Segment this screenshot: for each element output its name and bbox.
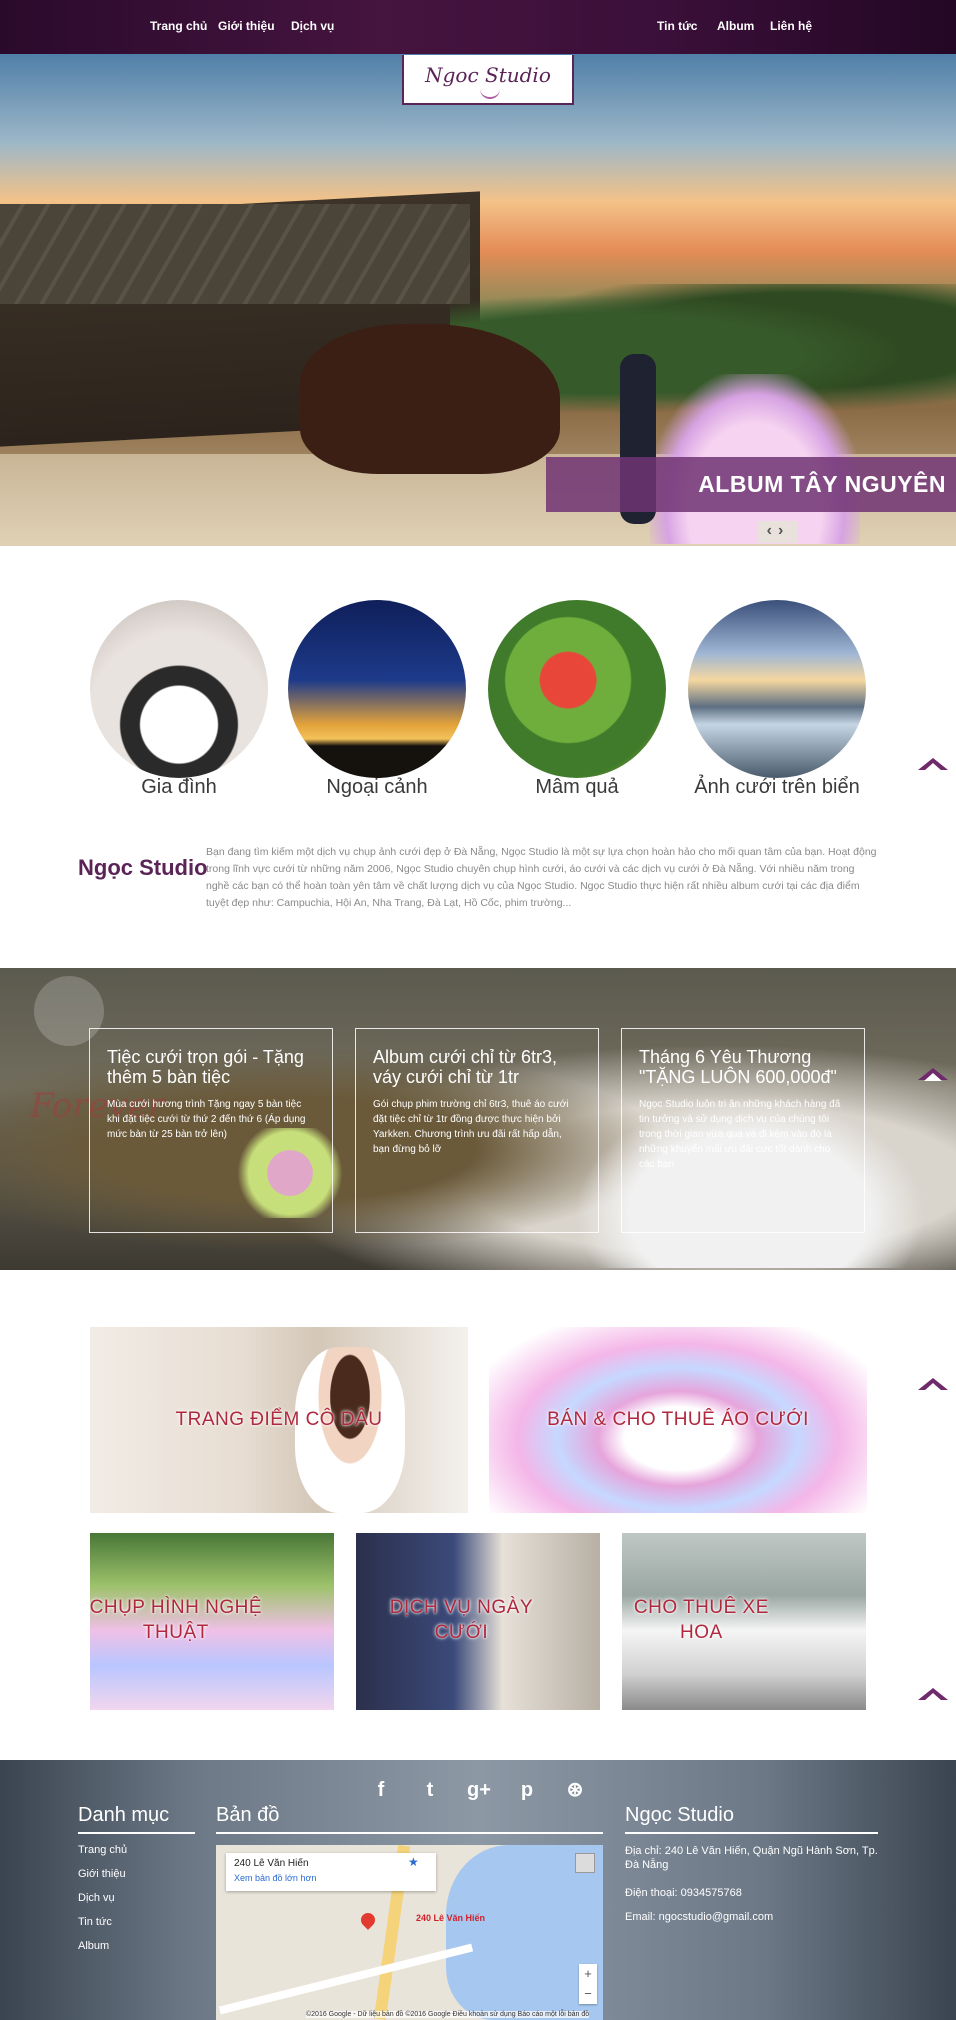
nav-album[interactable]: Album bbox=[717, 19, 754, 33]
service-label: CHỤP HÌNH NGHỆ THUẬT bbox=[90, 1597, 263, 1643]
footer-link-trang-chu[interactable]: Trang chủ bbox=[78, 1844, 127, 1856]
category-image-gia-dinh[interactable] bbox=[90, 600, 268, 778]
service-tile-xe-hoa[interactable]: CHO THUÊ XE HOA bbox=[622, 1533, 866, 1710]
scroll-up-icon[interactable] bbox=[918, 1688, 948, 1701]
category-title-mam-qua[interactable]: Mâm quả bbox=[477, 776, 677, 799]
category-image-anh-cuoi-bien[interactable] bbox=[688, 600, 866, 778]
map-address: 240 Lê Văn Hiến bbox=[234, 1858, 309, 1869]
footer-email[interactable]: Email: ngocstudio@gmail.com bbox=[625, 1910, 885, 1924]
intro-text: Bạn đang tìm kiếm một dịch vụ chụp ảnh c… bbox=[206, 846, 877, 909]
star-icon[interactable]: ★ bbox=[408, 1855, 419, 1869]
category-title-ngoai-canh[interactable]: Ngoại cảnh bbox=[277, 776, 477, 799]
scroll-up-icon[interactable] bbox=[918, 758, 948, 771]
service-label: DỊCH VỤ NGÀY CƯỚI bbox=[389, 1597, 534, 1643]
street-view-icon[interactable] bbox=[575, 1853, 595, 1873]
logo-ornament bbox=[480, 89, 500, 99]
category-image-mam-qua[interactable] bbox=[488, 600, 666, 778]
nav-gioi-thieu[interactable]: Giới thiệu bbox=[218, 19, 275, 33]
google-map[interactable]: 240 Lê Văn Hiến Xem bản đồ lớn hơn ★ 240… bbox=[216, 1845, 603, 2020]
map-pin-label: 240 Lê Văn Hiến bbox=[416, 1913, 486, 1923]
map-pin-icon[interactable] bbox=[358, 1910, 378, 1930]
footer-link-dich-vu[interactable]: Dịch vụ bbox=[78, 1892, 115, 1904]
hero-slider: ALBUM TÂY NGUYÊN ‹› bbox=[0, 54, 956, 546]
top-navigation: Trang chủ Giới thiệu Dịch vụ Tin tức Alb… bbox=[0, 0, 956, 54]
map-larger-link[interactable]: Xem bản đồ lớn hơn bbox=[234, 1873, 428, 1883]
zoom-out-icon[interactable]: − bbox=[579, 1984, 597, 2004]
map-zoom-control[interactable]: + − bbox=[579, 1964, 597, 2004]
promo-text: Mùa cưới hương trình Tặng ngay 5 bàn tiệ… bbox=[107, 1099, 306, 1140]
twitter-icon[interactable]: t bbox=[416, 1776, 444, 1804]
service-tile-trang-diem[interactable]: TRANG ĐIỂM CÔ DÂU bbox=[90, 1327, 468, 1513]
footer-link-album[interactable]: Album bbox=[78, 1940, 109, 1952]
service-tile-chup-hinh[interactable]: CHỤP HÌNH NGHỆ THUẬT bbox=[90, 1533, 334, 1710]
dribbble-icon[interactable]: ⊛ bbox=[561, 1776, 589, 1804]
google-plus-icon[interactable]: g+ bbox=[465, 1776, 493, 1804]
chevron-right-icon[interactable]: › bbox=[778, 522, 789, 539]
promo-title[interactable]: Tiệc cưới trọn gói - Tặng thêm 5 bàn tiệ… bbox=[107, 1047, 315, 1087]
nav-lien-he[interactable]: Liên hệ bbox=[770, 19, 812, 33]
scroll-up-icon[interactable] bbox=[918, 1068, 948, 1081]
facebook-icon[interactable]: f bbox=[367, 1776, 395, 1804]
map-credit: ©2016 Google - Dữ liệu bản đồ ©2016 Goog… bbox=[306, 2011, 590, 2018]
promo-text: Ngọc Studio luôn tri ân những khách hàng… bbox=[639, 1099, 841, 1170]
zoom-in-icon[interactable]: + bbox=[579, 1964, 597, 1984]
nav-trang-chu[interactable]: Trang chủ bbox=[150, 19, 207, 33]
hero-horse bbox=[300, 324, 560, 474]
footer-link-gioi-thieu[interactable]: Giới thiệu bbox=[78, 1868, 126, 1880]
service-tile-ao-cuoi[interactable]: BÁN & CHO THUÊ ÁO CƯỚI bbox=[489, 1327, 867, 1513]
footer-menu-title: Danh mục bbox=[78, 1804, 195, 1834]
site-logo[interactable]: Ngoc Studio bbox=[402, 55, 574, 105]
nav-tin-tuc[interactable]: Tin tức bbox=[657, 19, 697, 33]
map-info-card: 240 Lê Văn Hiến Xem bản đồ lớn hơn bbox=[226, 1853, 436, 1891]
service-label: BÁN & CHO THUÊ ÁO CƯỚI bbox=[547, 1409, 809, 1430]
category-image-ngoai-canh[interactable] bbox=[288, 600, 466, 778]
footer-info-title: Ngọc Studio bbox=[625, 1804, 878, 1834]
footer-address: Địa chỉ: 240 Lê Văn Hiến, Quận Ngũ Hành … bbox=[625, 1845, 878, 1871]
category-title-anh-cuoi-bien[interactable]: Ảnh cưới trên biển bbox=[677, 776, 877, 799]
chevron-left-icon[interactable]: ‹ bbox=[767, 522, 778, 539]
hero-caption-text: ALBUM TÂY NGUYÊN bbox=[698, 471, 946, 497]
footer-link-tin-tuc[interactable]: Tin tức bbox=[78, 1916, 112, 1928]
promo-text: Gói chụp phim trường chỉ 6tr3, thuê áo c… bbox=[373, 1099, 569, 1155]
promo-title[interactable]: Tháng 6 Yêu Thương "TẶNG LUÔN 600,000đ" bbox=[639, 1047, 847, 1087]
intro-title: Ngọc Studio bbox=[78, 855, 208, 880]
hero-caption[interactable]: ALBUM TÂY NGUYÊN bbox=[546, 457, 956, 512]
footer-phone: Điện thoại: 0934575768 bbox=[625, 1887, 742, 1899]
slider-arrows[interactable]: ‹› bbox=[758, 521, 798, 543]
category-title-gia-dinh[interactable]: Gia đình bbox=[79, 776, 279, 799]
logo-text: Ngoc Studio bbox=[425, 63, 551, 87]
promo-title[interactable]: Album cưới chỉ từ 6tr3, váy cưới chỉ từ … bbox=[373, 1047, 581, 1087]
promo-card[interactable]: Album cưới chỉ từ 6tr3, váy cưới chỉ từ … bbox=[355, 1028, 599, 1233]
service-tile-ngay-cuoi[interactable]: DỊCH VỤ NGÀY CƯỚI bbox=[356, 1533, 600, 1710]
promo-card[interactable]: Tháng 6 Yêu Thương "TẶNG LUÔN 600,000đ" … bbox=[621, 1028, 865, 1233]
map-road bbox=[218, 1943, 474, 2015]
pinterest-icon[interactable]: p bbox=[513, 1776, 541, 1804]
promo-card[interactable]: Tiệc cưới trọn gói - Tặng thêm 5 bàn tiệ… bbox=[89, 1028, 333, 1233]
footer-map-title: Bản đồ bbox=[216, 1804, 603, 1834]
service-label: CHO THUÊ XE HOA bbox=[633, 1597, 769, 1643]
hero-barn-roof bbox=[0, 204, 470, 304]
scroll-up-icon[interactable] bbox=[918, 1378, 948, 1391]
service-label: TRANG ĐIỂM CÔ DÂU bbox=[175, 1409, 383, 1430]
nav-dich-vu[interactable]: Dịch vụ bbox=[291, 19, 334, 33]
